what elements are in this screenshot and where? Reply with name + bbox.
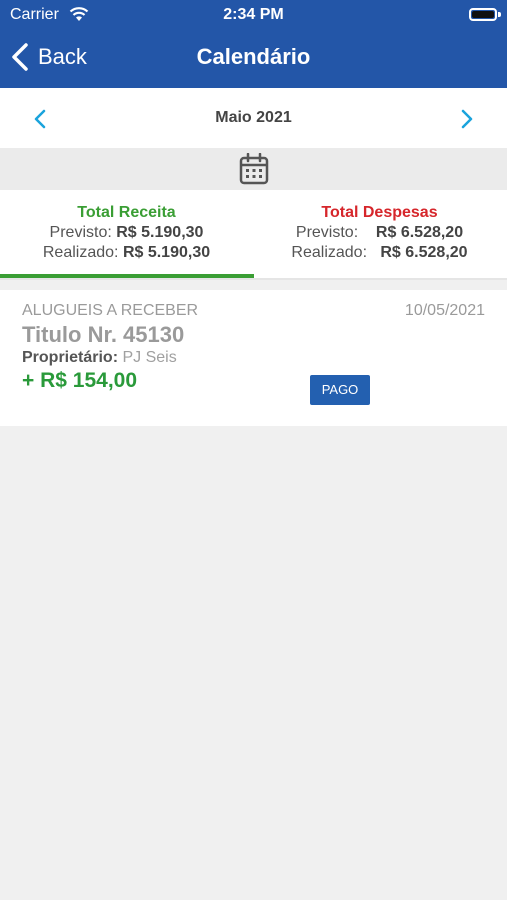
month-selector: Maio 2021 [0,88,507,148]
calendar-toggle-bar [0,148,507,190]
divider [0,278,507,280]
despesas-realizado-value: R$ 6.528,20 [380,244,468,261]
entry-date: 10/05/2021 [404,302,485,319]
receita-previsto-row: Previsto: R$ 5.190,30 [0,224,253,242]
page-title: Calendário [196,44,311,69]
despesas-previsto-label: Previsto: [295,224,359,241]
receita-realizado-row: Realizado: R$ 5.190,30 [0,244,253,262]
owner-label: Proprietário: [22,349,119,366]
entry-owner: Proprietário: PJ Seis [22,349,177,367]
entry-type: ALUGUEIS A RECEBER [22,302,199,319]
totals-panel: Total Receita Previsto: R$ 5.190,30 Real… [0,190,507,280]
despesas-realizado-row: Realizado: R$ 6.528,20 [253,244,506,262]
app-header: Carrier 2:34 PM Back Calendário [0,0,507,88]
nav-bar: Back Calendário [0,36,507,80]
receita-previsto-value: R$ 5.190,30 [116,224,204,241]
receita-realizado-value: R$ 5.190,30 [122,244,211,261]
receita-previsto-label: Previsto: [49,224,112,241]
receita-realizado-label: Realizado: [42,244,119,261]
calendar-icon[interactable] [239,153,269,185]
owner-value: PJ Seis [122,349,177,366]
clock: 2:34 PM [223,6,284,23]
receita-title: Total Receita [77,204,176,221]
tab-receita[interactable]: Total Receita Previsto: R$ 5.190,30 Real… [0,204,253,262]
despesas-realizado-label: Realizado: [291,244,368,261]
status-badge[interactable]: PAGO [310,375,370,405]
despesas-previsto-row: Previsto: R$ 6.528,20 [253,224,506,242]
battery-icon [469,8,497,21]
status-bar: Carrier 2:34 PM [0,0,507,32]
list-item[interactable]: ALUGUEIS A RECEBER 10/05/2021 Titulo Nr.… [0,290,507,426]
tab-despesas[interactable]: Total Despesas Previsto: R$ 6.528,20 Rea… [253,204,506,262]
despesas-title: Total Despesas [321,204,438,221]
entry-amount: + R$ 154,00 [22,369,138,392]
battery-tip [498,12,501,17]
despesas-previsto-value: R$ 6.528,20 [375,224,464,241]
entry-title: Titulo Nr. 45130 [22,322,185,347]
chevron-right-icon[interactable] [457,108,477,130]
month-label: Maio 2021 [215,109,292,126]
